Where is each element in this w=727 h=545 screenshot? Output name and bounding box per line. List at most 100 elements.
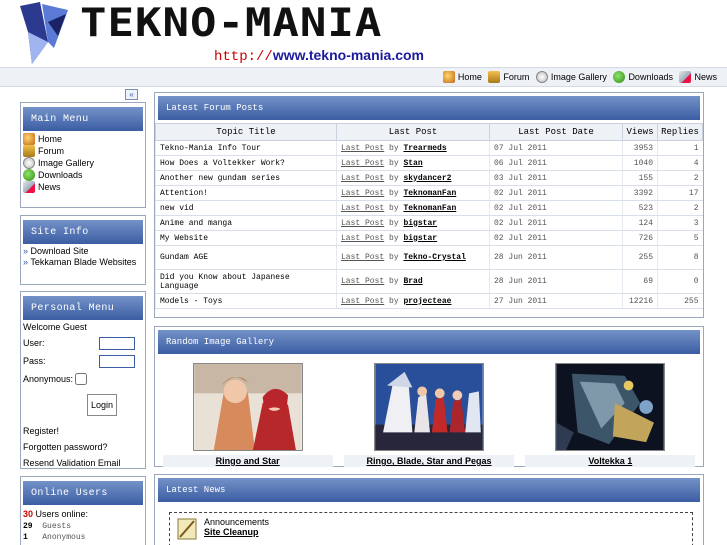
- author-link[interactable]: TeknomanFan: [403, 204, 456, 213]
- last-post-cell: Last Post by TeknomanFan: [336, 200, 490, 216]
- last-post-date: 03 Jul 2011: [489, 170, 623, 186]
- last-post-link[interactable]: Last Post: [341, 219, 384, 228]
- by-text: by: [389, 277, 399, 286]
- last-post-link[interactable]: Last Post: [341, 144, 384, 153]
- table-row: Another new gundam series Last Post by sk…: [155, 170, 703, 186]
- main-menu-item-forum[interactable]: Forum: [21, 145, 145, 157]
- topnav-image-gallery[interactable]: Image Gallery: [535, 68, 607, 86]
- news-icon: [679, 71, 692, 83]
- collapse-sidebar-button[interactable]: «: [125, 89, 138, 100]
- home-icon: [23, 133, 35, 145]
- column-header[interactable]: Last Post: [336, 123, 490, 141]
- topic-title-link[interactable]: Another new gundam series: [155, 170, 337, 186]
- users-online-summary: 30 Users online:: [21, 508, 145, 521]
- column-header[interactable]: Replies: [657, 123, 703, 141]
- column-header[interactable]: Last Post Date: [489, 123, 623, 141]
- author-link[interactable]: projecteae: [403, 297, 451, 306]
- topic-title-link[interactable]: Attention!: [155, 185, 337, 201]
- personal-menu-box: Personal Menu Welcome Guest User: Pass: …: [20, 291, 146, 469]
- main-menu-item-news[interactable]: News: [21, 181, 145, 193]
- column-header[interactable]: Views: [622, 123, 658, 141]
- gallery-caption[interactable]: Ringo, Blade, Star and Pegas: [343, 455, 514, 467]
- topnav-downloads[interactable]: Downloads: [613, 68, 673, 86]
- topic-title-link[interactable]: How Does a Voltekker Work?: [155, 155, 337, 171]
- replies-count: 5: [657, 230, 703, 246]
- main-menu-item-label: News: [38, 182, 61, 192]
- topic-title-link[interactable]: Anime and manga: [155, 215, 337, 231]
- site-url[interactable]: http://www.tekno-mania.com: [214, 47, 424, 65]
- gallery-caption[interactable]: Ringo and Star: [162, 455, 333, 467]
- last-post-date: 06 Jul 2011: [489, 155, 623, 171]
- forgotten-password-link[interactable]: Forgotten password?: [21, 439, 145, 455]
- users-online-label: Users online:: [35, 509, 89, 519]
- author-link[interactable]: Tekno-Crystal: [403, 253, 465, 262]
- topic-title-link[interactable]: Models - Toys: [155, 293, 337, 309]
- views-count: 255: [622, 245, 658, 270]
- main-menu-item-label: Forum: [38, 146, 65, 156]
- username-input[interactable]: [99, 336, 135, 350]
- gallery-item[interactable]: Ringo, Blade, Star and Pegas: [343, 363, 514, 467]
- welcome-text: Welcome Guest: [23, 322, 87, 332]
- gallery-caption[interactable]: Voltekka 1: [525, 455, 696, 467]
- by-text: by: [389, 143, 399, 153]
- register-link[interactable]: Register!: [21, 423, 145, 439]
- topnav-home[interactable]: Home: [442, 68, 482, 86]
- main-menu-item-downloads[interactable]: Downloads: [21, 169, 145, 181]
- topic-title-link[interactable]: My Website: [155, 230, 337, 246]
- last-post-link[interactable]: Last Post: [341, 189, 384, 198]
- author-link[interactable]: Stan: [403, 159, 422, 168]
- login-button[interactable]: Login: [87, 394, 117, 416]
- last-post-cell: Last Post by bigstar: [336, 215, 490, 231]
- replies-count: 2: [657, 200, 703, 216]
- main-menu-item-image-gallery[interactable]: Image Gallery: [21, 157, 145, 169]
- author-link[interactable]: Trearmeds: [403, 144, 446, 153]
- last-post-link[interactable]: Last Post: [341, 253, 384, 262]
- forum-posts-body: Tekno-Mania Info Tour Last Post by Trearm…: [155, 140, 703, 309]
- online-row-anonymous: 1 Anonymous: [21, 532, 145, 543]
- views-count: 69: [622, 269, 658, 294]
- top-navigation: Home Forum Image Gallery Downloads News: [0, 67, 727, 87]
- replies-count: 0: [657, 269, 703, 294]
- topnav-forum[interactable]: Forum: [488, 68, 529, 86]
- gallery-icon: [23, 157, 35, 169]
- online-users-box: Online Users 30 Users online: 29 Guests …: [20, 476, 146, 545]
- bullet-icon: »: [23, 246, 29, 256]
- topnav-news[interactable]: News: [679, 68, 717, 86]
- personal-menu-title: Personal Menu: [23, 296, 143, 320]
- author-link[interactable]: skydancer2: [403, 174, 451, 183]
- replies-count: 3: [657, 215, 703, 231]
- replies-count: 4: [657, 155, 703, 171]
- topic-title-link[interactable]: new vid: [155, 200, 337, 216]
- views-count: 3392: [622, 185, 658, 201]
- last-post-link[interactable]: Last Post: [341, 277, 384, 286]
- last-post-link[interactable]: Last Post: [341, 234, 384, 243]
- author-link[interactable]: bigstar: [403, 219, 437, 228]
- last-post-link[interactable]: Last Post: [341, 174, 384, 183]
- gallery-item[interactable]: Voltekka 1: [525, 363, 696, 467]
- author-link[interactable]: Brad: [403, 277, 422, 286]
- resend-validation-link[interactable]: Resend Validation Email: [21, 455, 145, 471]
- table-row: Gundam AGE Last Post by Tekno-Crystal 28 J…: [155, 245, 703, 270]
- anonymous-checkbox[interactable]: [75, 373, 88, 385]
- last-post-link[interactable]: Last Post: [341, 159, 384, 168]
- main-menu-item-home[interactable]: Home: [21, 133, 145, 145]
- last-post-date: 28 Jun 2011: [489, 245, 623, 270]
- topic-title-link[interactable]: Did you Know about Japanese Language: [155, 269, 337, 294]
- anonymous-row: Anonymous:: [21, 370, 145, 388]
- last-post-cell: Last Post by bigstar: [336, 230, 490, 246]
- site-info-link-tekkaman[interactable]: » Tekkaman Blade Websites: [21, 257, 145, 268]
- author-link[interactable]: bigstar: [403, 234, 437, 243]
- views-count: 3953: [622, 140, 658, 156]
- last-post-link[interactable]: Last Post: [341, 204, 384, 213]
- author-link[interactable]: TeknomanFan: [403, 189, 456, 198]
- column-header[interactable]: Topic Title: [155, 123, 337, 141]
- gallery-item[interactable]: Ringo and Star: [162, 363, 333, 467]
- news-headline-link[interactable]: Site Cleanup: [204, 527, 269, 537]
- site-info-link-download-site[interactable]: » Download Site: [21, 246, 145, 257]
- password-input[interactable]: [99, 354, 135, 368]
- site-logo-text[interactable]: TEKNO-MANIA: [80, 0, 382, 46]
- last-post-link[interactable]: Last Post: [341, 297, 384, 306]
- topic-title-link[interactable]: Gundam AGE: [155, 245, 337, 270]
- topic-title-link[interactable]: Tekno-Mania Info Tour: [155, 140, 337, 156]
- replies-count: 8: [657, 245, 703, 270]
